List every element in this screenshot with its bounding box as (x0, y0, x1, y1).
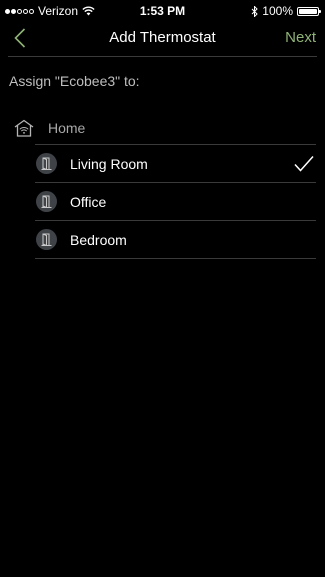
battery-level (299, 8, 317, 14)
room-label: Bedroom (70, 232, 127, 248)
checkmark-icon (294, 156, 314, 172)
room-label: Living Room (70, 156, 148, 172)
home-row: Home (0, 112, 325, 144)
room-item-living-room[interactable]: Living Room (35, 145, 316, 183)
room-label: Office (70, 194, 107, 210)
battery-icon (297, 6, 321, 16)
bluetooth-icon (251, 5, 259, 17)
door-icon (36, 229, 57, 250)
navigation-bar: Add Thermostat Next (0, 20, 325, 56)
status-right: 100% (251, 4, 321, 18)
door-icon (36, 191, 57, 212)
home-wifi-icon (14, 119, 34, 137)
room-item-bedroom[interactable]: Bedroom (35, 221, 316, 259)
page-title: Add Thermostat (109, 29, 216, 46)
assign-label: Assign "Ecobee3" to: (9, 73, 140, 89)
nav-divider (8, 56, 317, 57)
home-label: Home (48, 120, 86, 136)
room-list: Living Room Office Bedroom (35, 144, 316, 259)
battery-percent: 100% (262, 4, 293, 18)
room-item-office[interactable]: Office (35, 183, 316, 221)
next-button[interactable]: Next (285, 29, 316, 46)
door-icon (36, 153, 57, 174)
status-bar: Verizon 1:53 PM 100% (0, 0, 325, 20)
